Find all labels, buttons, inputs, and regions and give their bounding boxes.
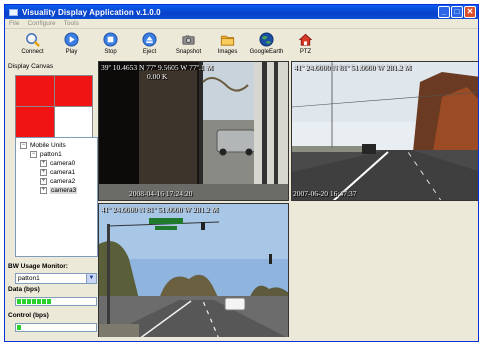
video-panel-1[interactable]: 39º 10.4653 N 77º 9.5605 W 77º.1 M 0.00 …: [98, 61, 289, 201]
data-bps-segment: [17, 299, 21, 304]
video-panel-2[interactable]: 41º 24.0000 N 81º 51.0000 W 281.2 M 2007…: [291, 61, 478, 201]
play-label: Play: [65, 49, 78, 55]
app-window: Visuality Display Application v.1.0.0 _ …: [4, 4, 479, 342]
status-bar: [5, 337, 478, 341]
tree-camera[interactable]: + camera2: [40, 177, 75, 185]
control-bps-segment: [17, 325, 21, 330]
tree-unit-label: patton1: [40, 150, 62, 158]
bw-usage-title: BW Usage Monitor:: [8, 263, 68, 270]
app-icon: [9, 8, 18, 16]
expand-icon[interactable]: +: [40, 186, 47, 194]
tree-camera[interactable]: + camera0: [40, 159, 75, 167]
tree-root[interactable]: − Mobile Units: [20, 141, 66, 149]
control-bps-title: Control (bps): [8, 312, 49, 319]
canvas-cell-4[interactable]: [54, 107, 92, 137]
connect-icon: [26, 33, 40, 47]
data-bps-segment: [22, 299, 26, 304]
tree-camera-label: camera0: [50, 159, 76, 167]
bw-unit-select[interactable]: patton1 ▼: [15, 273, 97, 284]
eject-label: Eject: [142, 49, 157, 55]
camera-feed-image: [99, 62, 288, 200]
data-bps-segment: [37, 299, 41, 304]
chevron-down-icon[interactable]: ▼: [86, 274, 96, 283]
eject-icon: [142, 32, 157, 47]
folder-icon: [220, 35, 235, 46]
collapse-icon[interactable]: −: [20, 141, 27, 149]
window-controls: _ □ ✕: [438, 6, 476, 18]
camera-feed-image: [99, 204, 288, 337]
video-2-timestamp: 2007-06-20 16:47:37: [293, 189, 357, 198]
maximize-icon[interactable]: □: [451, 6, 463, 18]
video-1-timestamp: 2008-04-16 17:24:20: [129, 189, 193, 198]
expand-icon[interactable]: +: [40, 177, 47, 185]
stop-label: Stop: [104, 49, 117, 55]
tree-unit[interactable]: − patton1: [30, 150, 62, 158]
expand-icon[interactable]: +: [40, 168, 47, 176]
display-canvas-title: Display Canvas: [8, 63, 54, 70]
tree-camera[interactable]: + camera1: [40, 168, 75, 176]
data-bps-segment: [42, 299, 46, 304]
menu-file[interactable]: File: [9, 20, 19, 27]
globe-icon: [259, 32, 274, 47]
control-bps-bar: [15, 323, 97, 332]
googleearth-button[interactable]: GoogleEarth: [247, 29, 286, 61]
ptz-label: PTZ: [299, 49, 312, 55]
home-icon: [298, 33, 313, 46]
video-panel-4-empty[interactable]: [291, 203, 478, 338]
expand-icon[interactable]: +: [40, 159, 47, 167]
video-1-gps-text: 39º 10.4653 N 77º 9.5605 W 77º.1 M: [101, 63, 214, 72]
bw-unit-value: patton1: [18, 275, 40, 282]
video-2-gps-text: 41º 24.0000 N 81º 51.0000 W 281.2 M: [294, 63, 412, 72]
left-panel: Display Canvas − Mobile Units − patton1 …: [5, 61, 98, 341]
tree-camera[interactable]: + camera3: [40, 186, 78, 194]
data-bps-bar: [15, 297, 97, 306]
menu-bar: File Configure Tools: [5, 19, 478, 29]
snapshot-icon: [182, 35, 195, 45]
window-title: Visuality Display Application v.1.0.0: [22, 7, 161, 17]
connect-label: Connect: [21, 49, 44, 55]
tree-camera-label: camera1: [50, 168, 76, 176]
display-canvas-grid: [15, 75, 93, 138]
close-icon[interactable]: ✕: [464, 6, 476, 18]
stop-icon: [103, 32, 118, 47]
eject-button[interactable]: Eject: [130, 29, 169, 61]
tree-camera-label: camera2: [50, 177, 76, 185]
title-bar[interactable]: Visuality Display Application v.1.0.0 _ …: [5, 5, 478, 19]
data-bps-segment: [47, 299, 51, 304]
video-panel-3[interactable]: 41º 24.0000 N 81º 51.0000 W 281.2 M: [98, 203, 289, 338]
collapse-icon[interactable]: −: [30, 150, 37, 158]
images-button[interactable]: Images: [208, 29, 247, 61]
snapshot-button[interactable]: Snapshot: [169, 29, 208, 61]
video-1-speed-text: 0.00 K: [147, 72, 168, 81]
play-button[interactable]: Play: [52, 29, 91, 61]
connect-button[interactable]: Connect: [13, 29, 52, 61]
menu-configure[interactable]: Configure: [27, 20, 55, 27]
toolbar: Connect Play Stop Eject Snapshot Images …: [5, 29, 478, 61]
canvas-cell-2[interactable]: [54, 76, 92, 106]
video-display-area: 39º 10.4653 N 77º 9.5605 W 77º.1 M 0.00 …: [98, 61, 478, 340]
images-label: Images: [217, 49, 238, 55]
ptz-button[interactable]: PTZ: [286, 29, 325, 61]
data-bps-title: Data (bps): [8, 286, 40, 293]
play-icon: [64, 32, 79, 47]
data-bps-segment: [27, 299, 31, 304]
canvas-cell-3[interactable]: [16, 107, 54, 137]
camera-feed-image: [292, 62, 478, 200]
googleearth-label: GoogleEarth: [249, 49, 284, 55]
stop-button[interactable]: Stop: [91, 29, 130, 61]
video-3-gps-text: 41º 24.0000 N 81º 51.0000 W 281.2 M: [101, 205, 219, 214]
mobile-units-tree[interactable]: − Mobile Units − patton1 + camera0 + cam…: [15, 137, 98, 257]
canvas-cell-1[interactable]: [16, 76, 54, 106]
snapshot-label: Snapshot: [175, 49, 202, 55]
tree-camera-label-selected: camera3: [50, 186, 78, 194]
minimize-icon[interactable]: _: [438, 6, 450, 18]
data-bps-segment: [32, 299, 36, 304]
tree-root-label: Mobile Units: [30, 141, 66, 149]
menu-tools[interactable]: Tools: [64, 20, 79, 27]
